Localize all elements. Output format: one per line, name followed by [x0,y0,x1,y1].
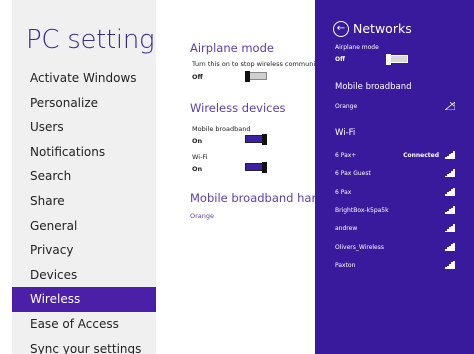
airplane-mode-heading: Airplane mode [190,41,274,55]
networks-flyout: ← Networks Airplane mode Off Mobile broa… [315,0,474,354]
wifi-network-name: 6 Pax Guest [335,170,371,178]
wifi-signal-icon [445,242,455,251]
nav-item-personalize[interactable]: Personalize [12,91,156,116]
nav-item-ease-of-access[interactable]: Ease of Access [12,312,156,337]
wifi-state: On [192,165,203,173]
hardware-orange-link[interactable]: Orange [190,212,214,220]
mobile-signal-icon [445,102,455,110]
toggle-knob [245,71,250,82]
wifi-signal-icon [445,187,455,196]
wifi-network-row[interactable]: andrew [335,224,455,237]
wifi-network-name: 6 Pax [335,188,352,196]
mobile-broadband-state: On [192,137,203,145]
wifi-toggle[interactable] [245,162,267,173]
wifi-network-row[interactable]: 6 Pax [335,187,455,201]
nav-item-privacy[interactable]: Privacy [12,238,156,263]
settings-nav: PC settings Activate Windows Personalize… [12,0,156,354]
nav-list: Activate Windows Personalize Users Notif… [12,66,156,354]
mobile-broadband-label: Mobile broadband [192,125,251,133]
wifi-network-row[interactable]: 6 Pax+ Connected [335,151,455,164]
wireless-devices-heading: Wireless devices [190,101,286,115]
mobile-network-name: Orange [335,103,358,110]
nav-item-users[interactable]: Users [12,115,156,140]
flyout-airplane-toggle[interactable] [386,54,408,65]
nav-item-devices[interactable]: Devices [12,263,156,288]
back-arrow-icon[interactable]: ← [333,21,349,37]
wifi-label: Wi-Fi [192,153,208,161]
wifi-signal-icon [445,205,455,214]
flyout-title: Networks [353,21,412,36]
nav-item-notifications[interactable]: Notifications [12,140,156,165]
mobile-broadband-toggle[interactable] [245,134,267,145]
flyout-airplane-state: Off [335,56,345,63]
toggle-knob [386,54,391,65]
nav-item-wireless[interactable]: Wireless [12,287,156,312]
nav-item-share[interactable]: Share [12,189,156,214]
wifi-network-row[interactable]: BrightBox-k5pa5k [335,205,455,219]
nav-item-search[interactable]: Search [12,164,156,189]
page-title: PC settings [26,25,156,55]
wifi-network-name: Olivers_Wireless [335,243,384,251]
wifi-signal-icon [445,169,455,178]
wireless-settings-panel: Airplane mode Turn this on to stop wirel… [190,0,320,354]
flyout-airplane-label: Airplane mode [335,44,379,51]
wifi-signal-icon [445,151,455,159]
nav-item-general[interactable]: General [12,214,156,239]
mobile-broadband-hardware-heading: Mobile broadband hardware [190,191,320,205]
wifi-network-row[interactable]: Olivers_Wireless [335,242,455,256]
wifi-network-row[interactable]: Paxton [335,260,455,274]
nav-item-activate-windows[interactable]: Activate Windows [12,66,156,91]
mobile-network-row[interactable]: Orange [335,102,455,115]
wifi-signal-icon [445,260,455,269]
wifi-network-name: andrew [335,225,358,233]
wifi-network-row[interactable]: 6 Pax Guest [335,169,455,182]
flyout-mobile-heading: Mobile broadband [335,82,412,92]
nav-item-sync-settings[interactable]: Sync your settings [12,337,156,354]
toggle-knob [262,134,267,145]
wifi-network-name: Paxton [335,261,356,269]
toggle-knob [262,162,267,173]
airplane-mode-toggle[interactable] [245,71,267,82]
flyout-wifi-heading: Wi-Fi [335,128,356,138]
airplane-mode-description: Turn this on to stop wireless communicat… [192,60,320,68]
wifi-signal-icon [445,224,455,233]
wifi-network-name: BrightBox-k5pa5k [335,206,389,214]
airplane-mode-state: Off [192,73,203,81]
wifi-network-status: Connected [403,152,439,159]
wifi-network-name: 6 Pax+ [335,152,357,159]
